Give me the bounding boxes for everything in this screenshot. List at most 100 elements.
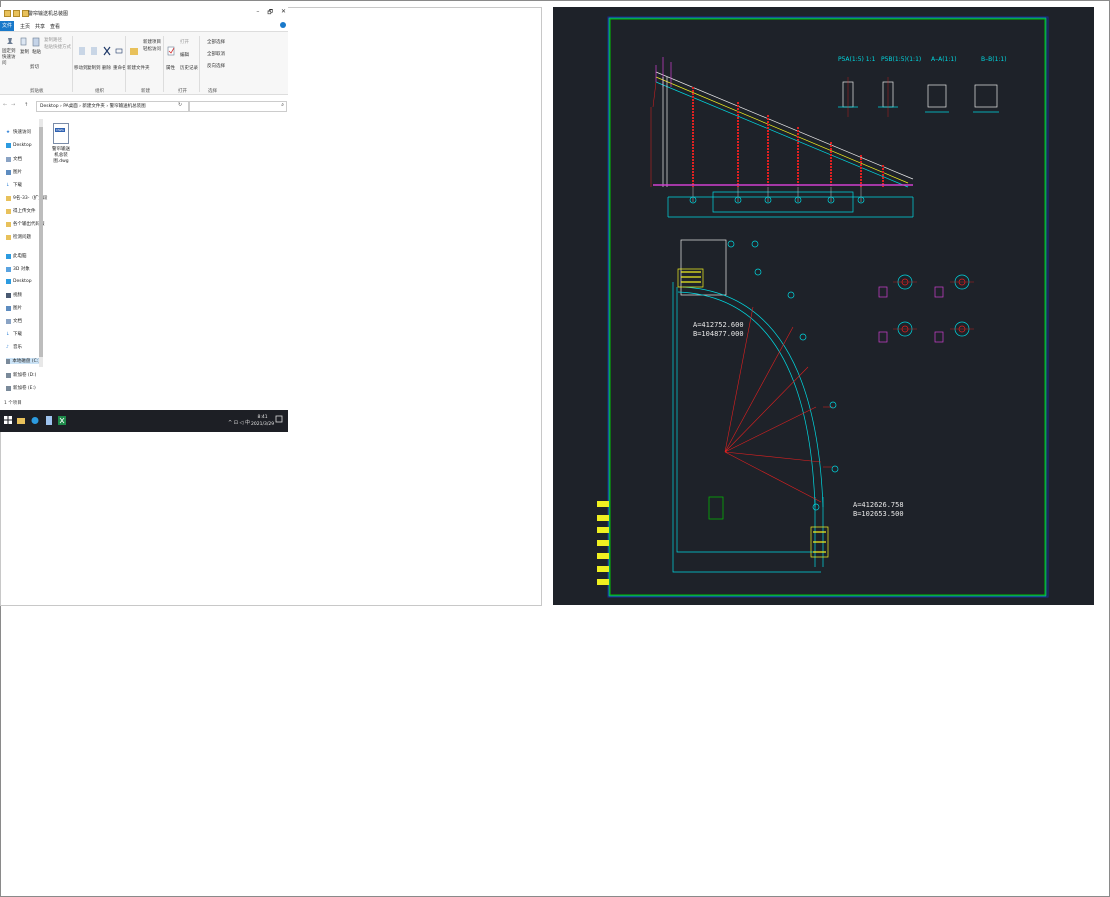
nav-music[interactable]: ♪ 音乐 [6,344,22,351]
paste-shortcut-button[interactable]: 粘贴快捷方式 [44,44,71,50]
nav-documents[interactable]: 文档 [6,156,22,162]
nav-label: 文档 [13,319,22,324]
breadcrumb-pa-desktop[interactable]: PA桌面 [63,104,78,109]
clock-time: 8:41 [257,415,268,420]
nav-pc-pictures[interactable]: 图片 [6,305,22,311]
picture-icon [6,169,11,175]
select-none-button[interactable]: 全部取消 [207,51,225,57]
properties-button[interactable]: 属性 [166,65,175,71]
scrollbar-thumb[interactable] [39,127,43,357]
download-icon: ↓ [6,182,10,188]
detail-label-p5b: P5B(1:5)(1:1) [881,56,921,63]
copy-to-button[interactable]: 复制到 [87,65,101,71]
nav-folder-b[interactable]: 得上传文件 [6,208,36,214]
easy-access-button[interactable]: 轻松访问 [143,46,161,52]
back-icon[interactable]: ← [3,102,7,108]
nav-scrollbar[interactable] [39,119,43,367]
nav-folder-d[interactable]: 检测问题 [6,234,31,240]
file-item-dwg[interactable]: DWG 警帘输送机总装图.dwg [50,123,72,165]
detail-label-bb: B–B(1:1) [981,56,1007,63]
up-icon[interactable]: ↑ [24,102,28,108]
divider [199,36,200,92]
nav-local-disk[interactable]: 本地磁盘 (C:) [6,358,40,364]
nav-pictures[interactable]: 图片 [6,169,22,175]
select-all-button[interactable]: 全部选择 [207,39,225,45]
folder-icon [6,208,11,214]
cad-drawing-viewer[interactable]: P5A(1:5) 1:1 P5B(1:5)(1:1) A–A(1:1) B–B(… [553,7,1094,605]
notification-icon[interactable] [275,415,283,424]
nav-label: 文档 [13,157,22,162]
window-title: 警帘输送机总装图 [28,11,69,17]
browser-icon[interactable] [31,416,39,425]
forward-icon[interactable]: → [11,102,15,108]
clock-date: 2021/3/29 [251,422,275,427]
new-folder-icon [130,48,138,55]
history-button[interactable]: 历史记录 [180,65,198,71]
nav-videos[interactable]: 视频 [6,292,22,298]
breadcrumb-current[interactable]: 警帘输送机总装图 [110,104,146,109]
search-input[interactable]: ⌕ [189,101,287,112]
maximize-button[interactable]: 🗗 [267,8,273,18]
new-item-button[interactable]: 新建项目 [143,39,161,45]
nav-3d-objects[interactable]: 3D 对象 [6,266,30,272]
cut-button[interactable]: 剪切 [30,64,39,70]
nav-label: 3D 对象 [13,267,30,272]
picture-icon [6,305,11,311]
windows-start-icon[interactable] [4,416,12,425]
nav-volume-d[interactable]: 新加卷 (D:) [6,372,36,378]
nav-label: 视频 [13,293,22,298]
breadcrumb-desktop[interactable]: Desktop [40,104,59,109]
spreadsheet-app-icon[interactable] [58,416,66,425]
close-button[interactable]: ✕ [281,8,286,18]
tab-share[interactable]: 共享 [35,23,45,30]
nav-label: Desktop [13,143,32,148]
cad-canvas[interactable]: P5A(1:5) 1:1 P5B(1:5)(1:1) A–A(1:1) B–B(… [553,7,1094,605]
tab-view[interactable]: 查看 [50,23,60,30]
help-icon[interactable] [280,22,286,28]
minimize-button[interactable]: – [256,8,259,18]
paste-icon [32,37,40,47]
nav-downloads[interactable]: ↓ 下载 [6,182,22,189]
nav-label: 检测问题 [13,235,31,240]
nav-label: 得上传文件 [13,209,36,214]
pin-quick-access-button[interactable]: 固定到快速访问 [2,49,18,67]
folder-icon [4,10,11,17]
nav-pc-downloads[interactable]: ↓ 下载 [6,331,22,338]
document-icon [6,318,11,324]
paste-button[interactable]: 粘贴 [32,49,41,55]
move-to-button[interactable]: 移动到 [74,65,88,71]
nav-this-pc[interactable]: 此电脑 [6,253,27,259]
properties-icon[interactable] [13,10,20,17]
title-bar: 警帘输送机总装图 – 🗗 ✕ [0,7,288,20]
nav-pc-desktop[interactable]: Desktop [6,279,32,284]
dwg-file-icon: DWG [53,123,69,144]
nav-label: 下载 [13,183,22,188]
new-folder-button[interactable]: 新建文件夹 [127,65,150,71]
nav-volume-e[interactable]: 新加卷 (E:) [6,385,36,391]
refresh-icon[interactable]: ↻ [178,102,182,108]
nav-pc-documents[interactable]: 文档 [6,318,22,324]
document-app-icon[interactable] [45,416,53,425]
open-button[interactable]: 打开 [180,39,189,45]
copy-button[interactable]: 复制 [20,49,29,55]
tab-home[interactable]: 主页 [20,23,30,30]
system-tray-icons[interactable]: ^ ⊡ ◁ 中 [228,419,250,426]
title-block-left [597,501,609,585]
ribbon-tabs: 文件 主页 共享 查看 [0,21,288,32]
address-bar[interactable]: Desktop › PA桌面 › 新建文件夹 › 警帘输送机总装图 [36,101,189,112]
breadcrumb-new-folder[interactable]: 新建文件夹 [82,104,105,109]
taskbar-clock[interactable]: 8:41 2021/3/29 [251,414,274,428]
copy-path-button[interactable]: 复制路径 [44,37,62,43]
section-details: P5A(1:5) 1:1 P5B(1:5)(1:1) A–A(1:1) B–B(… [838,56,1007,117]
delete-button[interactable]: 删除 [102,65,111,71]
invert-selection-button[interactable]: 反向选择 [207,63,225,69]
edit-button[interactable]: 编辑 [180,52,189,58]
file-explorer-icon[interactable] [17,416,25,425]
nav-quick-access[interactable]: ★ 快速访问 [6,129,31,136]
folder-icon [6,234,11,240]
desktop-icon [6,279,11,284]
tab-file[interactable]: 文件 [0,21,14,31]
nav-desktop[interactable]: Desktop [6,143,32,148]
nav-label: 音乐 [13,345,22,350]
quick-access-toolbar[interactable] [4,10,29,17]
